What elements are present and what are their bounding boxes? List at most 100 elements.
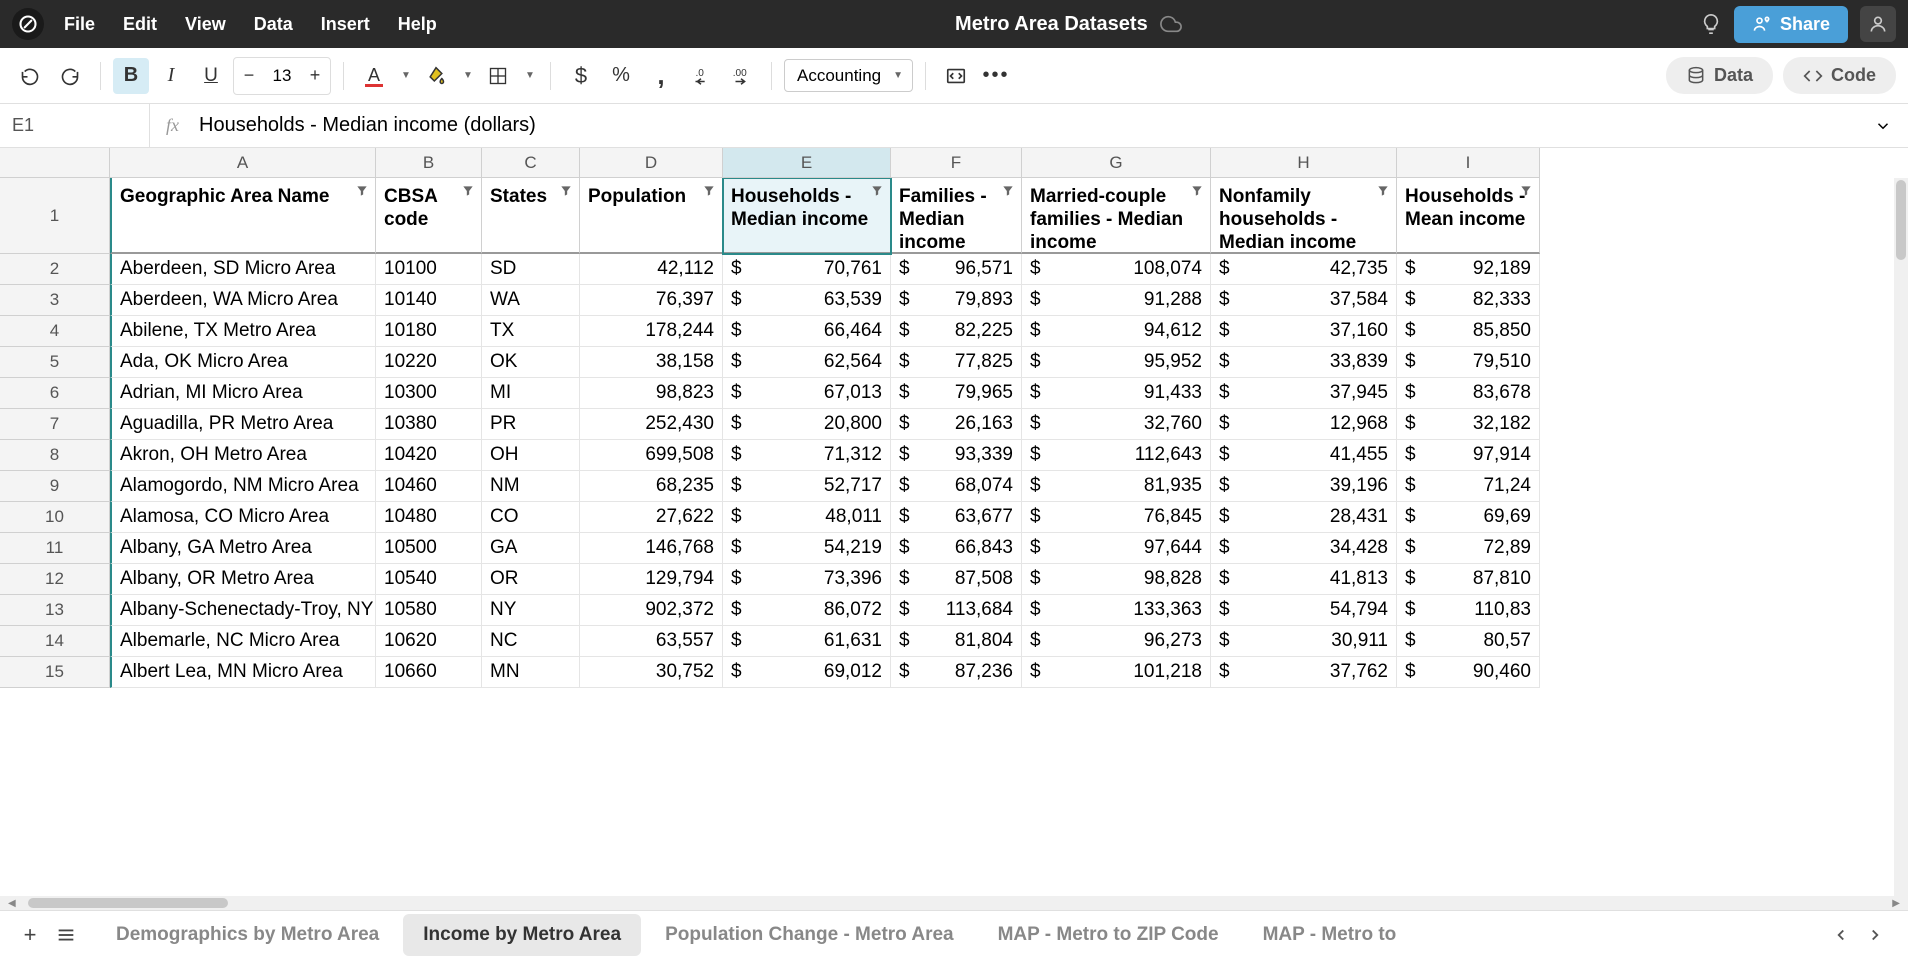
cell[interactable]: $87,810 — [1397, 564, 1540, 595]
cell[interactable]: OH — [482, 440, 580, 471]
cell[interactable]: 252,430 — [580, 409, 723, 440]
sheet-tab[interactable]: MAP - Metro to — [1243, 914, 1417, 956]
header-cell[interactable]: Households - Mean income — [1397, 178, 1540, 254]
menu-help[interactable]: Help — [398, 14, 437, 35]
cell[interactable]: $79,893 — [891, 285, 1022, 316]
header-cell[interactable]: Married-couple families - Median income — [1022, 178, 1211, 254]
cell[interactable]: NC — [482, 626, 580, 657]
col-header-C[interactable]: C — [482, 148, 580, 178]
cell[interactable]: 129,794 — [580, 564, 723, 595]
more-options-button[interactable]: ••• — [978, 58, 1014, 94]
horizontal-scrollbar-track[interactable] — [24, 898, 1885, 908]
share-button[interactable]: Share — [1734, 6, 1848, 43]
cell[interactable]: $52,717 — [723, 471, 891, 502]
cell[interactable]: $94,612 — [1022, 316, 1211, 347]
cell[interactable]: OK — [482, 347, 580, 378]
row-header-5[interactable]: 5 — [0, 347, 110, 378]
cell[interactable]: $54,794 — [1211, 595, 1397, 626]
cell[interactable]: $28,431 — [1211, 502, 1397, 533]
cell[interactable]: Aberdeen, WA Micro Area — [110, 285, 376, 316]
header-cell[interactable]: Geographic Area Name — [110, 178, 376, 254]
row-header-2[interactable]: 2 — [0, 254, 110, 285]
cloud-sync-icon[interactable] — [1160, 13, 1182, 35]
font-size-increase[interactable]: + — [300, 58, 330, 94]
cell[interactable]: $33,839 — [1211, 347, 1397, 378]
cell[interactable]: $54,219 — [723, 533, 891, 564]
text-color-dropdown[interactable]: ▼ — [396, 58, 414, 94]
cell[interactable]: $83,678 — [1397, 378, 1540, 409]
cell[interactable]: Albany, GA Metro Area — [110, 533, 376, 564]
cell[interactable]: $95,952 — [1022, 347, 1211, 378]
cell[interactable]: $71,24 — [1397, 471, 1540, 502]
cell[interactable]: $108,074 — [1022, 254, 1211, 285]
text-color-button[interactable]: A — [356, 58, 392, 94]
row-header-7[interactable]: 7 — [0, 409, 110, 440]
cell[interactable]: Akron, OH Metro Area — [110, 440, 376, 471]
cell[interactable]: 902,372 — [580, 595, 723, 626]
cell[interactable]: 178,244 — [580, 316, 723, 347]
header-cell[interactable]: Nonfamily households - Median income — [1211, 178, 1397, 254]
cell[interactable]: $61,631 — [723, 626, 891, 657]
cell[interactable]: $37,762 — [1211, 657, 1397, 688]
cell[interactable]: 30,752 — [580, 657, 723, 688]
row-header-8[interactable]: 8 — [0, 440, 110, 471]
cell[interactable]: $77,825 — [891, 347, 1022, 378]
cell[interactable]: $133,363 — [1022, 595, 1211, 626]
user-menu-button[interactable] — [1860, 6, 1896, 42]
cell[interactable]: 10460 — [376, 471, 482, 502]
cell[interactable]: $69,012 — [723, 657, 891, 688]
cell[interactable]: $91,288 — [1022, 285, 1211, 316]
cell[interactable]: Ada, OK Micro Area — [110, 347, 376, 378]
col-header-B[interactable]: B — [376, 148, 482, 178]
fill-color-button[interactable] — [418, 58, 454, 94]
increase-decimal-button[interactable]: .00 — [723, 58, 759, 94]
cell[interactable]: GA — [482, 533, 580, 564]
cell[interactable]: $112,643 — [1022, 440, 1211, 471]
cell[interactable]: $101,218 — [1022, 657, 1211, 688]
cell[interactable]: MI — [482, 378, 580, 409]
add-sheet-button[interactable]: + — [12, 917, 48, 953]
cell[interactable]: 10180 — [376, 316, 482, 347]
cell[interactable]: WA — [482, 285, 580, 316]
cell[interactable]: $96,273 — [1022, 626, 1211, 657]
col-header-G[interactable]: G — [1022, 148, 1211, 178]
cell[interactable]: 10420 — [376, 440, 482, 471]
filter-icon[interactable] — [1001, 184, 1015, 198]
scroll-right-icon[interactable]: ▶ — [1888, 898, 1904, 909]
filter-icon[interactable] — [559, 184, 573, 198]
cell[interactable]: Aguadilla, PR Metro Area — [110, 409, 376, 440]
redo-button[interactable] — [52, 58, 88, 94]
row-header-14[interactable]: 14 — [0, 626, 110, 657]
cell[interactable]: 146,768 — [580, 533, 723, 564]
cell[interactable]: TX — [482, 316, 580, 347]
cell[interactable]: 10620 — [376, 626, 482, 657]
cell[interactable]: 76,397 — [580, 285, 723, 316]
menu-insert[interactable]: Insert — [321, 14, 370, 35]
row-header-4[interactable]: 4 — [0, 316, 110, 347]
cell[interactable]: $98,828 — [1022, 564, 1211, 595]
cell[interactable]: $41,455 — [1211, 440, 1397, 471]
cell[interactable]: PR — [482, 409, 580, 440]
borders-button[interactable] — [480, 58, 516, 94]
borders-dropdown[interactable]: ▼ — [520, 58, 538, 94]
cell[interactable]: $86,072 — [723, 595, 891, 626]
fill-color-dropdown[interactable]: ▼ — [458, 58, 476, 94]
app-logo[interactable] — [12, 8, 44, 40]
cell[interactable]: $91,433 — [1022, 378, 1211, 409]
col-header-I[interactable]: I — [1397, 148, 1540, 178]
cell[interactable]: $82,333 — [1397, 285, 1540, 316]
cell[interactable]: 10500 — [376, 533, 482, 564]
cell[interactable]: Albany-Schenectady-Troy, NY — [110, 595, 376, 626]
filter-icon[interactable] — [870, 184, 884, 198]
cell[interactable]: $39,196 — [1211, 471, 1397, 502]
cell[interactable]: $42,735 — [1211, 254, 1397, 285]
font-size-decrease[interactable]: − — [234, 58, 264, 94]
sheet-tab[interactable]: Income by Metro Area — [403, 914, 641, 956]
cell[interactable]: $30,911 — [1211, 626, 1397, 657]
cell[interactable]: $37,945 — [1211, 378, 1397, 409]
doc-title[interactable]: Metro Area Datasets — [955, 13, 1148, 36]
formula-expand-button[interactable] — [1858, 117, 1908, 135]
col-header-E[interactable]: E — [723, 148, 891, 178]
italic-button[interactable]: I — [153, 58, 189, 94]
cell[interactable]: 10100 — [376, 254, 482, 285]
